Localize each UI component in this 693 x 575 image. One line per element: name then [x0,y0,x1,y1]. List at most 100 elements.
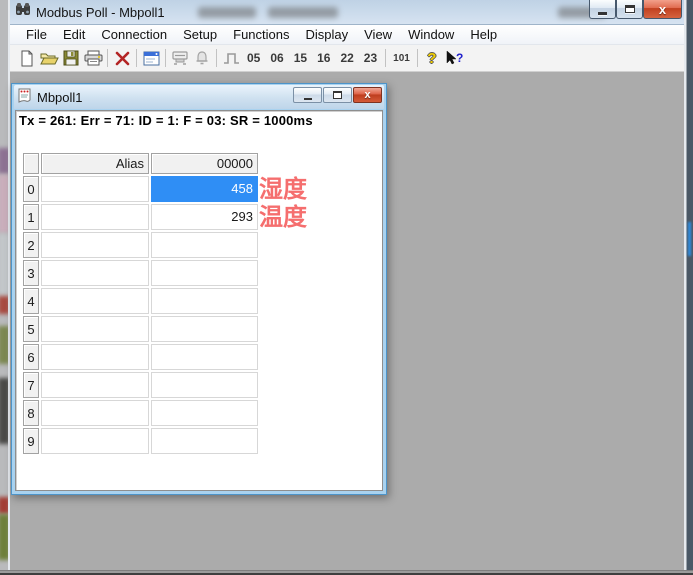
maximize-button[interactable] [616,0,643,19]
toolbar-separator [385,49,386,67]
context-help-button[interactable]: ? [443,47,465,69]
value-cell-0[interactable]: 458 [151,176,258,202]
menu-item-edit[interactable]: Edit [55,26,93,43]
value-cell-4[interactable] [151,288,258,314]
alias-cell-8[interactable] [41,400,149,426]
toolbar-separator [136,49,137,67]
desktop-sliver-left [0,0,8,575]
desktop-sliver-bottom [0,570,693,575]
toolbar-fc-23[interactable]: 23 [359,49,382,67]
alarm-bell-icon [194,50,210,66]
alarm-button[interactable] [191,47,213,69]
menu-item-help[interactable]: Help [462,26,505,43]
row-header-3[interactable]: 3 [23,260,39,286]
svg-text:?: ? [456,51,463,65]
print-icon [84,50,103,66]
toolbar-fc-15[interactable]: 15 [289,49,312,67]
menu-item-display[interactable]: Display [298,26,357,43]
toolbar-fc-22[interactable]: 22 [335,49,358,67]
mbpoll1-title-bar[interactable]: Mbpoll1 x [14,85,384,109]
mbpoll1-maximize-button[interactable] [323,87,352,103]
new-document-button[interactable] [16,47,38,69]
print-button[interactable] [82,47,104,69]
value-cell-8[interactable] [151,400,258,426]
toolbar-fc-05[interactable]: 05 [242,49,265,67]
value-cell-3[interactable] [151,260,258,286]
open-file-button[interactable] [38,47,60,69]
annotation-1: 温度 [259,204,307,231]
value-cell-1[interactable]: 293 [151,204,258,230]
menu-item-functions[interactable]: Functions [225,26,297,43]
mbpoll1-title: Mbpoll1 [37,90,83,105]
setup-window-icon [143,51,160,66]
document-icon [17,87,32,108]
row-header-7[interactable]: 7 [23,372,39,398]
redacted-blur [268,7,338,18]
row-header-1[interactable]: 1 [23,204,39,230]
toolbar-fc-06[interactable]: 06 [265,49,288,67]
pulse-icon [223,51,240,66]
row-header-8[interactable]: 8 [23,400,39,426]
data-grid: Alias 00000 0 458 1 293 23456789 [23,153,258,454]
value-cell-5[interactable] [151,316,258,342]
alias-cell-5[interactable] [41,316,149,342]
mbpoll1-close-button[interactable]: x [353,87,382,103]
help-button[interactable]: ? [421,47,443,69]
value-cell-7[interactable] [151,372,258,398]
close-icon: x [659,1,666,18]
menu-item-setup[interactable]: Setup [175,26,225,43]
close-button[interactable]: x [643,0,682,19]
app-icon [15,2,31,22]
menu-item-file[interactable]: File [18,26,55,43]
row-header-6[interactable]: 6 [23,344,39,370]
row-header-4[interactable]: 4 [23,288,39,314]
maximize-icon [625,5,635,13]
menu-item-connection[interactable]: Connection [93,26,175,43]
value-cell-9[interactable] [151,428,258,454]
row-header-5[interactable]: 5 [23,316,39,342]
minimize-icon [598,12,607,15]
alias-cell-7[interactable] [41,372,149,398]
setup-button[interactable] [140,47,162,69]
save-button[interactable] [60,47,82,69]
mbpoll1-minimize-button[interactable] [293,87,322,103]
column-header-alias[interactable]: Alias [41,153,149,174]
alias-cell-9[interactable] [41,428,149,454]
communication-traffic-button[interactable] [169,47,191,69]
column-header-00000[interactable]: 00000 [151,153,258,174]
toolbar-fc-16[interactable]: 16 [312,49,335,67]
close-icon: x [364,88,370,102]
value-cell-2[interactable] [151,232,258,258]
title-bar[interactable]: Modbus Poll - Mbpoll1 x [10,0,684,25]
mbpoll1-window: Mbpoll1 x Tx = 261: Err = 71: ID = 1: F … [11,83,387,495]
menu-item-window[interactable]: Window [400,26,462,43]
pulse-button[interactable] [220,47,242,69]
screen: Modbus Poll - Mbpoll1 x FileEditConnecti… [0,0,693,575]
value-cell-6[interactable] [151,344,258,370]
poll-status-line: Tx = 261: Err = 71: ID = 1: F = 03: SR =… [16,111,382,130]
redacted-blur [198,7,256,18]
grid-corner-cell[interactable] [23,153,39,174]
menu-item-view[interactable]: View [356,26,400,43]
alias-cell-2[interactable] [41,232,149,258]
toolbar-function-codes: 050615162223 [242,49,382,67]
toolbar: 050615162223 101 ? ? [10,45,684,72]
new-document-icon [19,50,35,67]
alias-cell-6[interactable] [41,344,149,370]
row-header-9[interactable]: 9 [23,428,39,454]
toolbar-separator [165,49,166,67]
minimize-button[interactable] [589,0,616,19]
alias-cell-3[interactable] [41,260,149,286]
disconnect-button[interactable] [111,47,133,69]
desktop-sliver-right [686,0,693,575]
alias-cell-4[interactable] [41,288,149,314]
row-header-0[interactable]: 0 [23,176,39,202]
toolbar-button-101[interactable]: 101 [389,51,414,66]
alias-cell-0[interactable] [41,176,149,202]
context-help-icon: ? [444,50,464,66]
maximize-icon [333,91,342,99]
row-header-2[interactable]: 2 [23,232,39,258]
alias-cell-1[interactable] [41,204,149,230]
mdi-area: Mbpoll1 x Tx = 261: Err = 71: ID = 1: F … [10,72,684,570]
open-folder-icon [40,50,59,66]
